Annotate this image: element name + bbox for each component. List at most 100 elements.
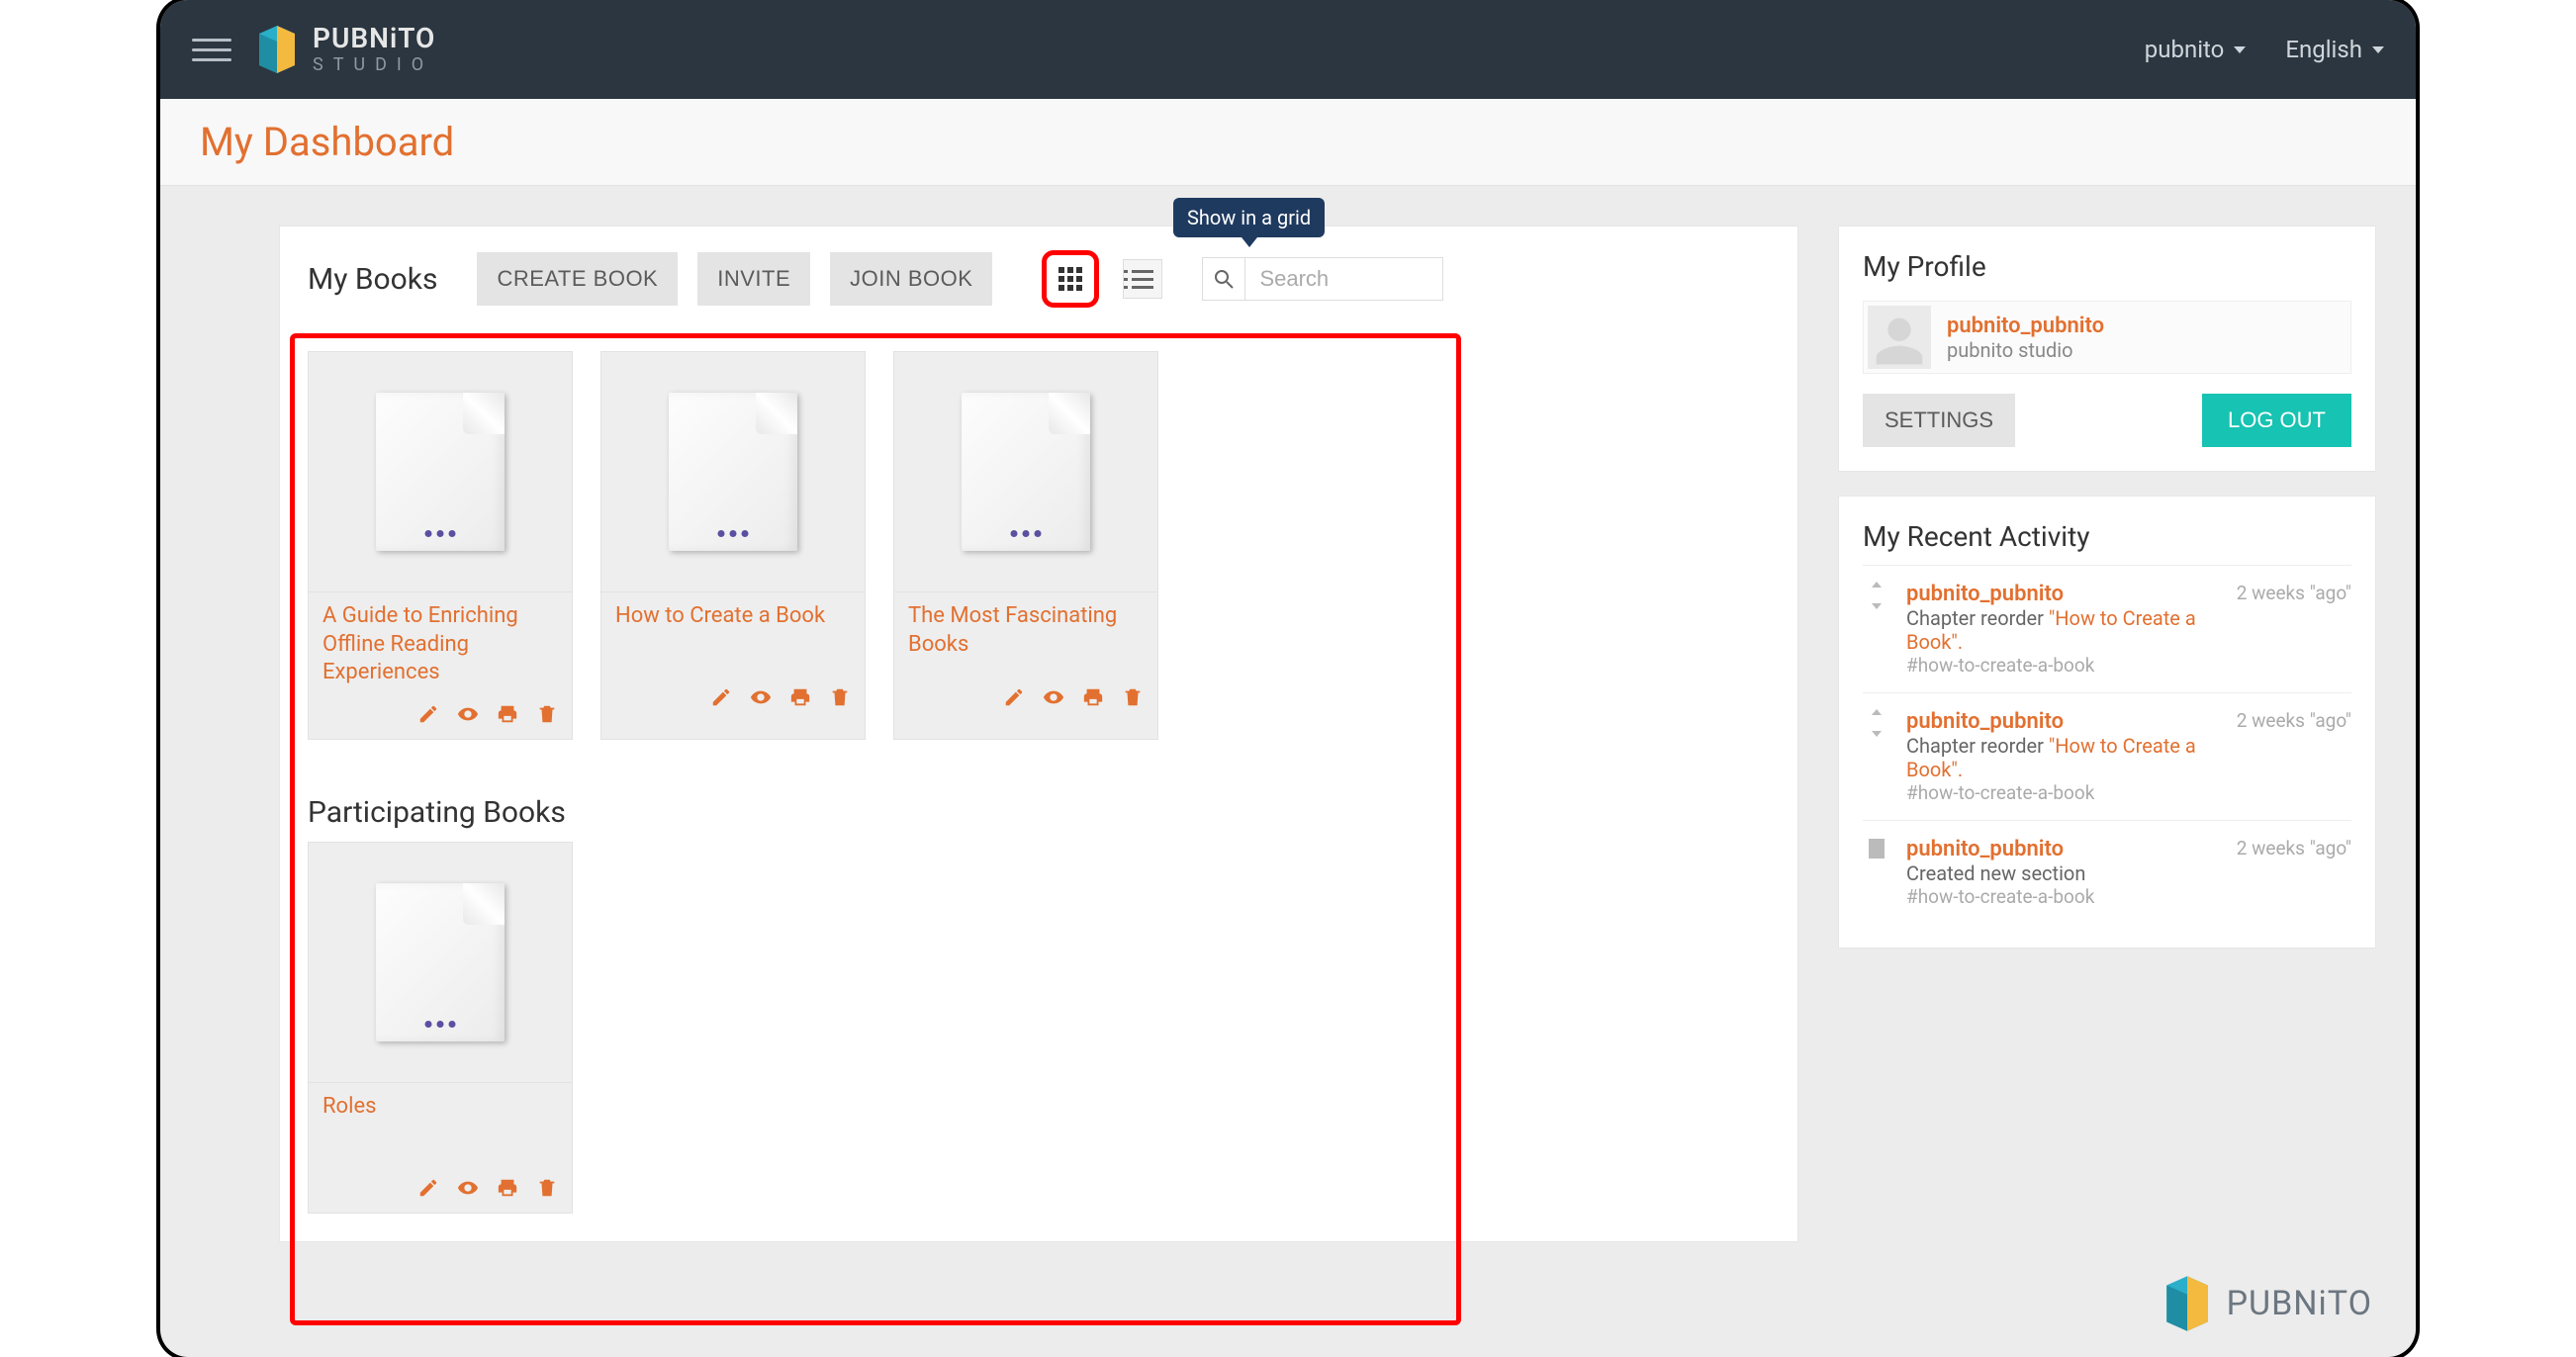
side-column: My Profile pubnito_pubnito pubnito studi… [1838, 226, 2376, 1242]
avatar [1868, 306, 1931, 369]
profile-username: pubnito_pubnito [1947, 314, 2104, 338]
activity-text: Chapter reorder "How to Create a Book". [1906, 734, 2221, 781]
delete-icon[interactable] [1122, 686, 1144, 708]
search-input[interactable] [1245, 257, 1443, 301]
section-icon [1867, 837, 1886, 860]
view-icon[interactable] [457, 703, 479, 725]
view-icon[interactable] [457, 1177, 479, 1199]
chevron-down-icon [2372, 46, 2384, 53]
edit-icon[interactable] [1003, 686, 1025, 708]
book-card[interactable]: How to Create a Book [600, 351, 866, 740]
page-title-bar: My Dashboard [160, 99, 2416, 186]
delete-icon[interactable] [829, 686, 851, 708]
my-books-title: My Books [308, 262, 437, 297]
my-profile-panel: My Profile pubnito_pubnito pubnito studi… [1838, 226, 2376, 472]
menu-icon[interactable] [192, 39, 231, 61]
book-title: Roles [322, 1093, 558, 1122]
delete-icon[interactable] [536, 1177, 558, 1199]
main-column: My Books CREATE BOOK INVITE JOIN BOOK [279, 226, 1798, 1242]
book-actions [309, 697, 572, 739]
topbar: PUBNiTO STUDIO pubnito English [160, 0, 2416, 99]
activity-user[interactable]: pubnito_pubnito [1906, 837, 2064, 861]
brand-subtitle: STUDIO [313, 56, 435, 74]
grid-icon [1058, 267, 1082, 291]
book-cover [601, 352, 865, 591]
user-dropdown-label: pubnito [2145, 36, 2225, 63]
print-icon[interactable] [1082, 686, 1104, 708]
search-button[interactable] [1202, 257, 1245, 301]
activity-item: pubnito_pubnito Created new section #how… [1863, 820, 2351, 924]
user-dropdown[interactable]: pubnito [2145, 36, 2247, 63]
list-view-button[interactable] [1123, 259, 1162, 299]
recent-activity-title: My Recent Activity [1863, 520, 2351, 553]
book-actions [894, 680, 1157, 722]
settings-button[interactable]: SETTINGS [1863, 394, 2015, 447]
create-book-button[interactable]: CREATE BOOK [477, 252, 678, 306]
edit-icon[interactable] [417, 1177, 439, 1199]
activity-text: Created new section [1906, 861, 2221, 885]
activity-link[interactable]: "How to Create a Book". [1906, 734, 2196, 781]
participating-books-grid: Roles [280, 842, 1797, 1241]
my-books-header: My Books CREATE BOOK INVITE JOIN BOOK [280, 226, 1797, 331]
book-title: How to Create a Book [615, 602, 851, 631]
activity-hash[interactable]: #how-to-create-a-book [1906, 781, 2221, 804]
activity-time: 2 weeks "ago" [2237, 709, 2351, 804]
brand: PUBNiTO STUDIO [255, 24, 435, 75]
page-title: My Dashboard [200, 119, 454, 165]
book-cover [309, 352, 572, 591]
activity-item: pubnito_pubnito Chapter reorder "How to … [1863, 565, 2351, 692]
grid-view-tooltip: Show in a grid [1173, 198, 1325, 237]
brand-name: PUBNiTO [313, 25, 435, 52]
activity-hash[interactable]: #how-to-create-a-book [1906, 885, 2221, 908]
reorder-icon [1867, 709, 1886, 737]
my-profile-title: My Profile [1863, 250, 2351, 283]
edit-icon[interactable] [710, 686, 732, 708]
activity-user[interactable]: pubnito_pubnito [1906, 709, 2064, 734]
view-icon[interactable] [750, 686, 772, 708]
profile-row[interactable]: pubnito_pubnito pubnito studio [1863, 301, 2351, 374]
book-card[interactable]: The Most Fascinating Books [893, 351, 1158, 740]
grid-view-button[interactable] [1051, 259, 1090, 299]
delete-icon[interactable] [536, 703, 558, 725]
avatar-icon [1872, 314, 1927, 369]
activity-item: pubnito_pubnito Chapter reorder "How to … [1863, 692, 2351, 820]
recent-activity-panel: My Recent Activity pubnito_pubnito Chapt… [1838, 496, 2376, 949]
join-book-button[interactable]: JOIN BOOK [830, 252, 992, 306]
language-dropdown[interactable]: English [2285, 36, 2384, 63]
logout-button[interactable]: LOG OUT [2202, 394, 2351, 447]
book-actions [309, 1171, 572, 1213]
print-icon[interactable] [497, 1177, 518, 1199]
book-cover [309, 843, 572, 1082]
participating-books-title: Participating Books [280, 768, 1797, 842]
print-icon[interactable] [789, 686, 811, 708]
footer-brand: PUBNiTO [2162, 1274, 2372, 1333]
book-card[interactable]: Roles [308, 842, 573, 1214]
book-card[interactable]: A Guide to Enriching Offline Reading Exp… [308, 351, 573, 740]
book-title: A Guide to Enriching Offline Reading Exp… [322, 602, 558, 687]
language-dropdown-label: English [2285, 36, 2362, 63]
activity-hash[interactable]: #how-to-create-a-book [1906, 654, 2221, 677]
chevron-down-icon [2234, 46, 2246, 53]
search [1202, 257, 1443, 301]
view-icon[interactable] [1043, 686, 1064, 708]
content: My Books CREATE BOOK INVITE JOIN BOOK [160, 186, 2416, 1282]
reorder-icon [1867, 582, 1886, 609]
print-icon[interactable] [497, 703, 518, 725]
grid-view-highlight [1042, 250, 1099, 308]
app-window: PUBNiTO STUDIO pubnito English My Dashbo… [160, 0, 2416, 1357]
activity-user[interactable]: pubnito_pubnito [1906, 582, 2064, 606]
profile-subtitle: pubnito studio [1947, 338, 2104, 362]
search-icon [1214, 269, 1234, 289]
activity-time: 2 weeks "ago" [2237, 582, 2351, 677]
activity-text: Chapter reorder "How to Create a Book". [1906, 606, 2221, 654]
edit-icon[interactable] [417, 703, 439, 725]
book-actions [601, 680, 865, 722]
activity-time: 2 weeks "ago" [2237, 837, 2351, 908]
list-icon [1132, 270, 1153, 289]
activity-link[interactable]: "How to Create a Book". [1906, 606, 2196, 654]
book-title: The Most Fascinating Books [908, 602, 1144, 659]
my-books-grid: A Guide to Enriching Offline Reading Exp… [280, 331, 1797, 768]
invite-button[interactable]: INVITE [697, 252, 810, 306]
book-cover [894, 352, 1157, 591]
brand-logo-icon [255, 24, 299, 75]
